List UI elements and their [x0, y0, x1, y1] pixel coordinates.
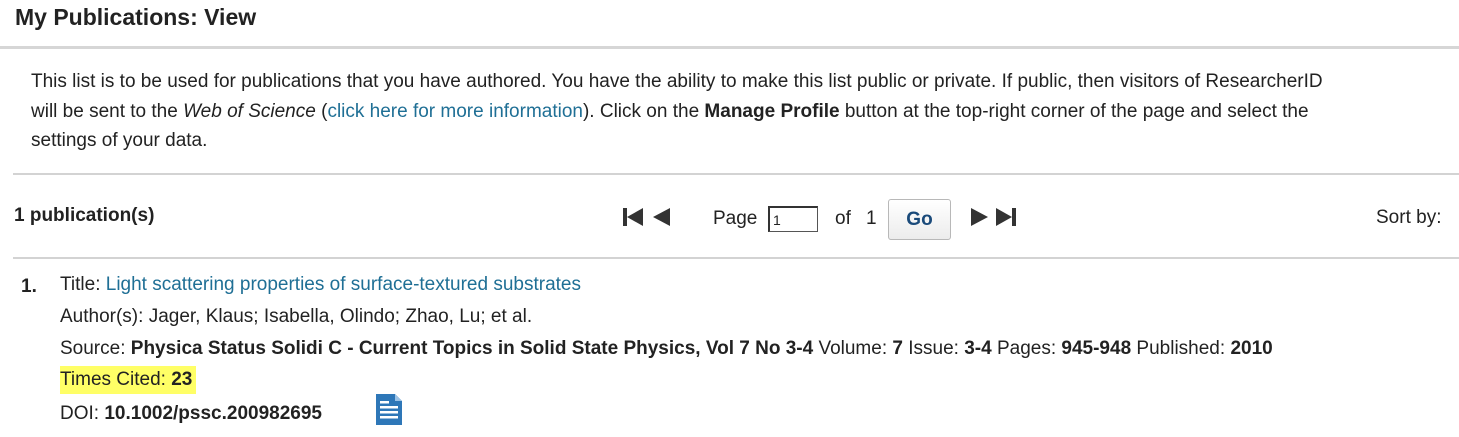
page-label: Page	[713, 208, 758, 229]
page-title: My Publications: View	[15, 4, 257, 30]
publication-count: 1 publication(s)	[14, 205, 155, 226]
manage-profile-text: Manage Profile	[704, 100, 840, 122]
sort-by-label: Sort by:	[1376, 207, 1442, 228]
source-label: Source:	[60, 338, 131, 359]
volume-label: Volume:	[813, 338, 893, 359]
intro-text: This list is to be used for publications…	[31, 67, 1459, 156]
doi-label: DOI:	[60, 403, 105, 424]
next-last-page-icons	[971, 208, 1016, 226]
doi-value: 10.1002/pssc.200982695	[104, 403, 322, 424]
times-cited-label: Times Cited:	[60, 369, 172, 390]
issue-label: Issue:	[902, 338, 965, 359]
publication-title-link[interactable]: Light scattering properties of surface-t…	[106, 274, 581, 295]
intro-line-2: will be sent to the Web of Science (clic…	[31, 97, 1459, 127]
published-value: 2010	[1230, 338, 1273, 359]
intro-text-segment: will be sent to the	[31, 100, 184, 122]
previous-page-icon[interactable]	[653, 208, 670, 226]
authors-value: Jager, Klaus; Isabella, Olindo; Zhao, Lu…	[148, 306, 533, 327]
last-page-icon[interactable]	[996, 208, 1016, 226]
total-pages: 1	[866, 208, 877, 229]
doi-row: DOI: 10.1002/pssc.200982695	[60, 403, 322, 425]
go-button[interactable]: Go	[888, 199, 951, 240]
pages-label: Pages:	[991, 338, 1062, 359]
volume-value: 7	[892, 338, 903, 359]
divider	[13, 173, 1459, 175]
more-information-link[interactable]: click here for more information	[327, 101, 583, 122]
first-prev-page-icons	[623, 208, 670, 226]
title-bar: My Publications: View	[0, 0, 1459, 49]
source-value: Physica Status Solidi C - Current Topics…	[130, 338, 814, 359]
publication-title-row: Title: Light scattering properties of su…	[60, 274, 581, 296]
of-label: of	[835, 208, 851, 229]
next-page-icon[interactable]	[971, 208, 988, 226]
intro-line-3: settings of your data.	[31, 130, 208, 151]
authors-label: Author(s):	[60, 306, 149, 327]
title-label: Title:	[60, 274, 106, 295]
issue-value: 3-4	[964, 338, 992, 359]
intro-line-1: This list is to be used for publications…	[31, 71, 1323, 92]
document-icon[interactable]	[375, 394, 403, 425]
web-of-science-text: Web of Science	[183, 100, 316, 122]
publication-number: 1.	[21, 276, 37, 297]
divider	[13, 257, 1459, 259]
published-label: Published:	[1131, 338, 1231, 359]
times-cited-value: 23	[171, 369, 193, 390]
intro-text-segment: button at the top-right corner of the pa…	[839, 100, 1309, 122]
pages-value: 945-948	[1061, 338, 1132, 359]
authors-row: Author(s): Jager, Klaus; Isabella, Olind…	[60, 306, 532, 328]
times-cited-row: Times Cited: 23	[60, 366, 197, 394]
source-row: Source: Physica Status Solidi C - Curren…	[60, 338, 1273, 360]
intro-text-segment: (	[315, 100, 328, 122]
first-page-icon[interactable]	[623, 208, 643, 226]
intro-text-segment: ). Click on the	[582, 100, 705, 122]
page-number-input[interactable]	[768, 206, 818, 232]
